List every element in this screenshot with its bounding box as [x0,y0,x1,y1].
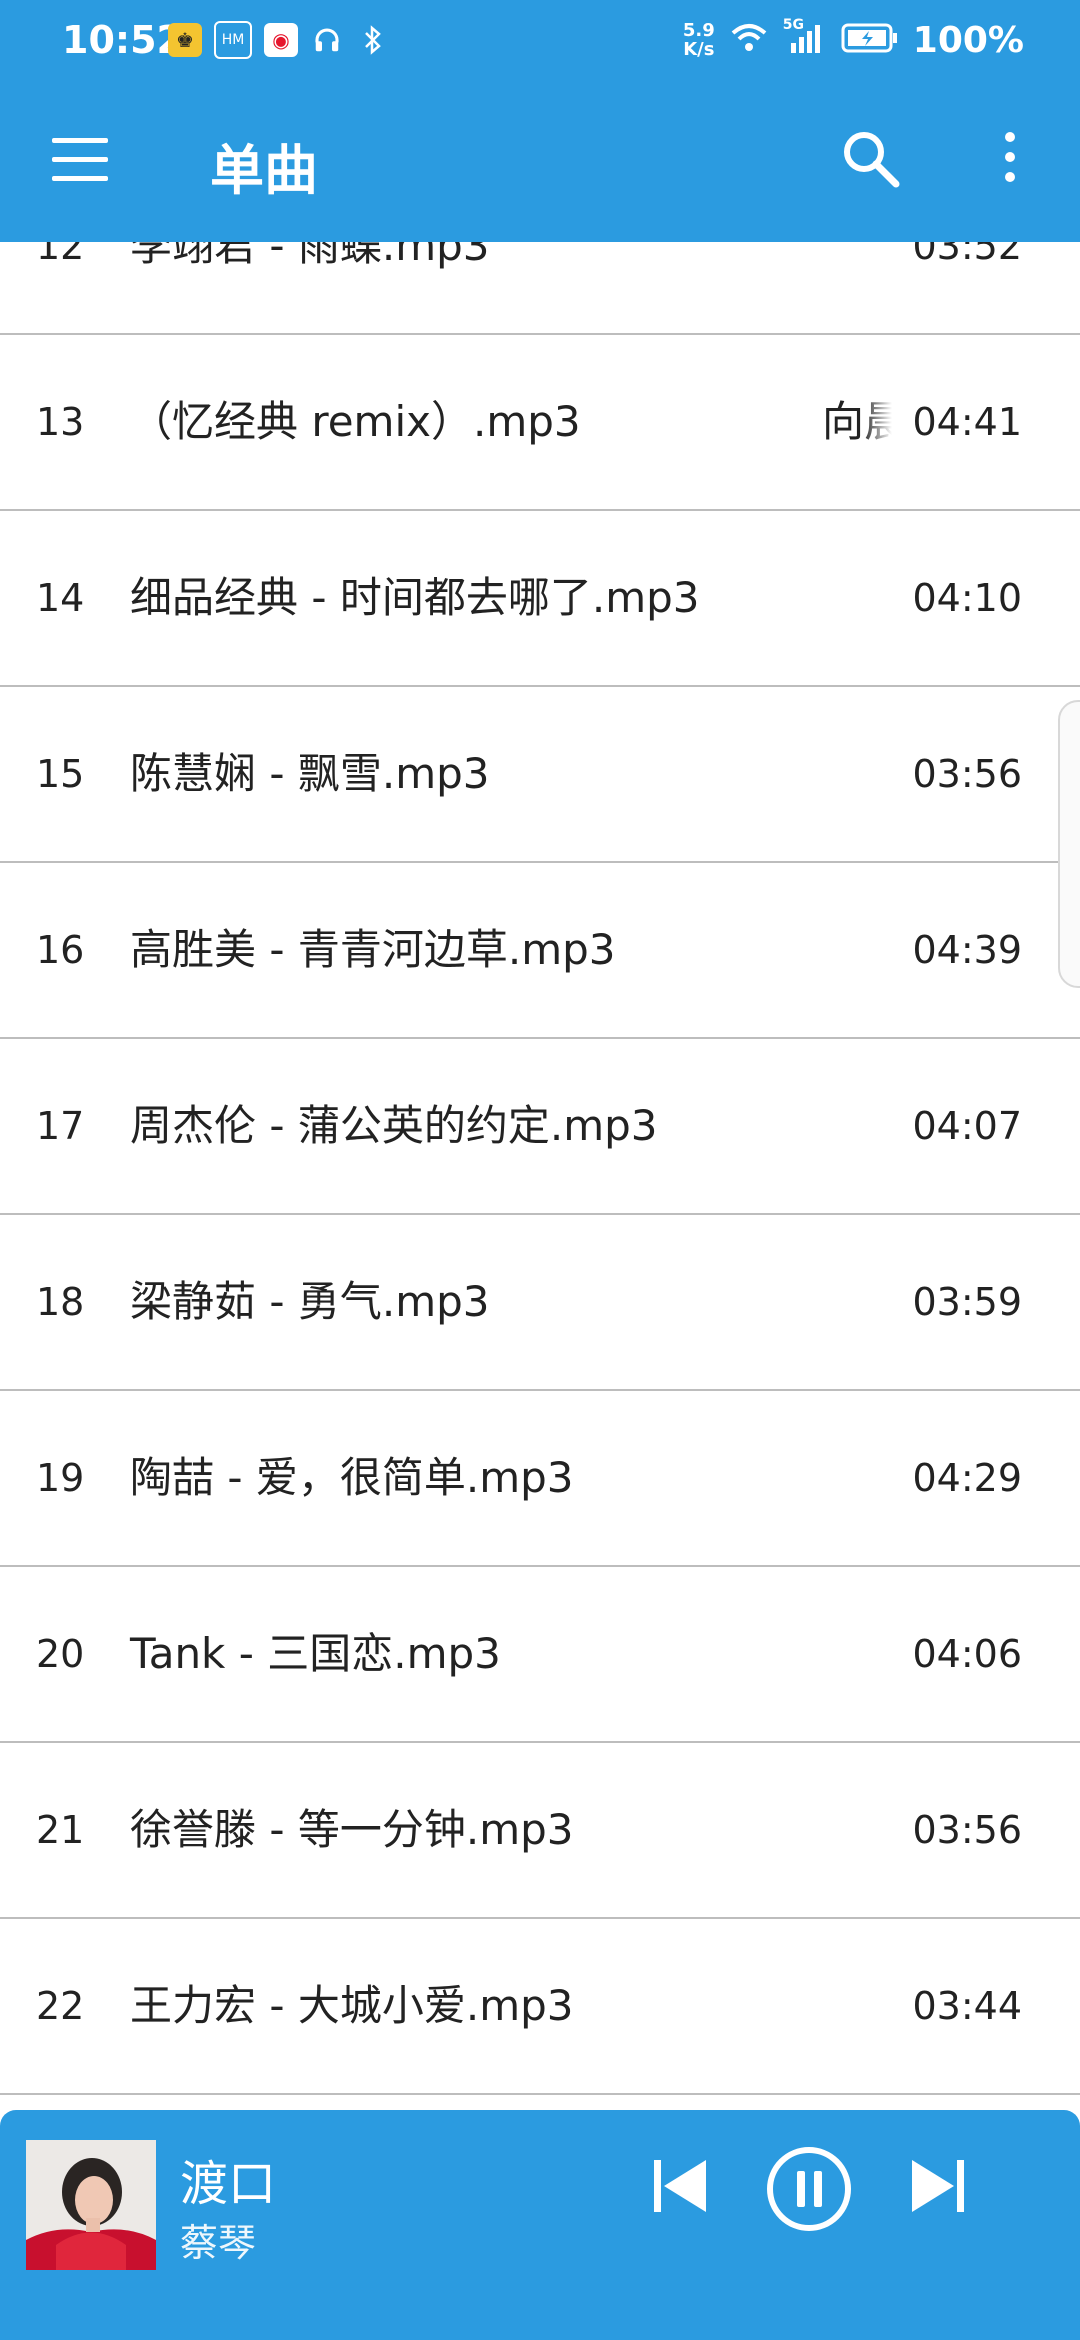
song-title: 梁静茹 - 勇气.mp3 [130,1277,490,1326]
song-title: 高胜美 - 青青河边草.mp3 [130,925,616,974]
cell-signal-icon: 5G [783,17,827,59]
song-number: 14 [36,576,85,620]
song-duration: 03:44 [912,1984,1022,2028]
song-title: 周杰伦 - 蒲公英的约定.mp3 [130,1101,658,1150]
now-playing-title: 渡口 [180,2156,277,2212]
weibo-icon: ◉ [264,23,298,57]
hamburger-menu-icon[interactable] [52,138,108,182]
song-duration: 04:39 [912,928,1022,972]
bluetooth-icon [356,23,390,57]
song-number: 16 [36,928,85,972]
song-duration: 04:29 [912,1456,1022,1500]
song-number: 15 [36,752,85,796]
song-duration: 03:52 [912,242,1022,268]
song-number: 20 [36,1632,85,1676]
song-title: 细品经典 - 时间都去哪了.mp3 [130,573,700,622]
song-row[interactable]: 17 周杰伦 - 蒲公英的约定.mp3 04:07 [0,1039,1080,1215]
search-icon[interactable] [838,126,902,190]
song-row[interactable]: 16 高胜美 - 青青河边草.mp3 04:39 [0,863,1080,1039]
fast-scroll-handle[interactable] [1058,700,1080,988]
notification-icons: ♚ HM ◉ [168,20,390,60]
skip-previous-icon[interactable] [648,2154,712,2218]
song-title: 李翊君 - 雨蝶.mp3 [130,242,490,270]
song-title: 陈慧娴 - 飘雪.mp3 [130,749,490,798]
song-duration: 03:56 [912,752,1022,796]
song-duration: 04:06 [912,1632,1022,1676]
song-list[interactable]: 12 李翊君 - 雨蝶.mp3 03:52 13 （忆经典 remix）.mp3 向晨 04… [0,242,1080,2108]
song-duration: 04:41 [912,400,1022,444]
wifi-icon [729,21,769,59]
song-number: 18 [36,1280,85,1324]
song-title: 陶喆 - 爱，很简单.mp3 [130,1453,574,1502]
song-row[interactable]: 20 Tank - 三国恋.mp3 04:06 [0,1567,1080,1743]
song-row[interactable]: 13 （忆经典 remix）.mp3 向晨 04:41 [0,335,1080,511]
song-number: 12 [36,242,85,268]
pause-icon[interactable] [764,2144,854,2234]
status-time: 10:52 [62,18,183,62]
battery-icon [841,22,899,58]
headphones-icon [310,23,344,57]
hm-notification-icon: HM [214,21,252,59]
more-vert-icon[interactable] [998,132,1022,188]
song-title: （忆经典 remix）.mp3 [130,397,581,446]
system-icons: 5.9 K/s 5G 100% [683,16,1024,64]
song-duration: 04:10 [912,576,1022,620]
song-number: 19 [36,1456,85,1500]
song-number: 21 [36,1808,85,1852]
song-duration: 03:59 [912,1280,1022,1324]
network-speed: 5.9 K/s [682,20,715,60]
song-title: Tank - 三国恋.mp3 [130,1629,501,1678]
song-row[interactable]: 15 陈慧娴 - 飘雪.mp3 03:56 [0,687,1080,863]
battery-percent: 100% [912,19,1024,61]
skip-next-icon[interactable] [906,2154,970,2218]
page-title: 单曲 [210,139,318,202]
song-row[interactable]: 22 王力宏 - 大城小爱.mp3 03:44 [0,1919,1080,2095]
app-notification-icon: ♚ [168,23,202,57]
now-playing-artist: 蔡琴 [180,2221,257,2265]
song-row[interactable]: 21 徐誉滕 - 等一分钟.mp3 03:56 [0,1743,1080,1919]
song-row[interactable]: 18 梁静茹 - 勇气.mp3 03:59 [0,1215,1080,1391]
album-cover[interactable] [26,2140,156,2270]
song-number: 22 [36,1984,85,2028]
status-bar: 10:52 ♚ HM ◉ 5.9 K/s 5G 100% [0,0,1080,80]
song-row[interactable]: 19 陶喆 - 爱，很简单.mp3 04:29 [0,1391,1080,1567]
song-artist-truncated: 向晨 [822,335,892,509]
song-duration: 03:56 [912,1808,1022,1852]
song-duration: 04:07 [912,1104,1022,1148]
app-bar: 单曲 [0,80,1080,242]
song-title: 王力宏 - 大城小爱.mp3 [130,1981,574,2030]
song-number: 17 [36,1104,85,1148]
mini-player[interactable]: 渡口 蔡琴 [0,2110,1080,2340]
song-row[interactable]: 14 细品经典 - 时间都去哪了.mp3 04:10 [0,511,1080,687]
song-title: 徐誉滕 - 等一分钟.mp3 [130,1805,574,1854]
song-number: 13 [36,400,85,444]
song-row[interactable]: 12 李翊君 - 雨蝶.mp3 03:52 [0,242,1080,335]
